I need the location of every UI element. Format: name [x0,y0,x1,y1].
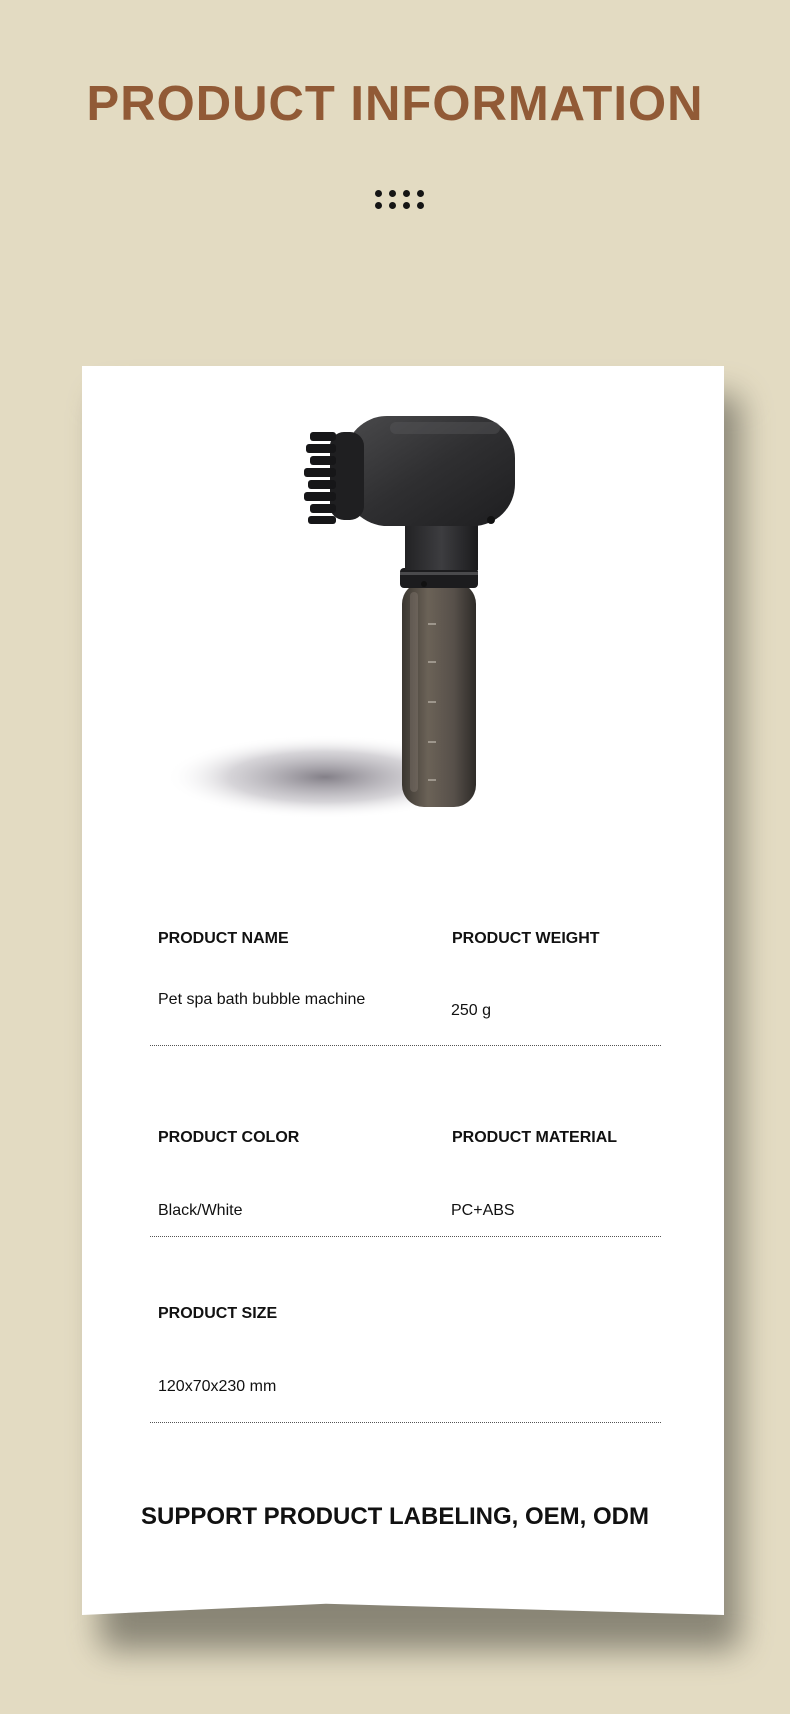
spec-size-value: 120x70x230 mm [158,1378,277,1395]
divider [150,1045,661,1046]
divider [150,1422,661,1423]
spec-name-label: PRODUCT NAME [158,930,289,947]
decorative-dots-icon [375,190,427,212]
spec-color-label: PRODUCT COLOR [158,1129,300,1146]
support-banner: SUPPORT PRODUCT LABELING, OEM, ODM [140,1503,649,1530]
product-image [165,416,515,819]
spec-material-label: PRODUCT MATERIAL [452,1129,618,1146]
spec-weight-label: PRODUCT WEIGHT [452,930,600,947]
divider [150,1236,661,1237]
page-title: PRODUCT INFORMATION [86,77,704,131]
spec-material-value: PC+ABS [451,1202,515,1219]
spec-size-label: PRODUCT SIZE [158,1305,278,1322]
spec-color-value: Black/White [158,1202,243,1219]
spec-weight-value: 250 g [451,1002,492,1019]
spec-name-value: Pet spa bath bubble machine [158,991,366,1008]
